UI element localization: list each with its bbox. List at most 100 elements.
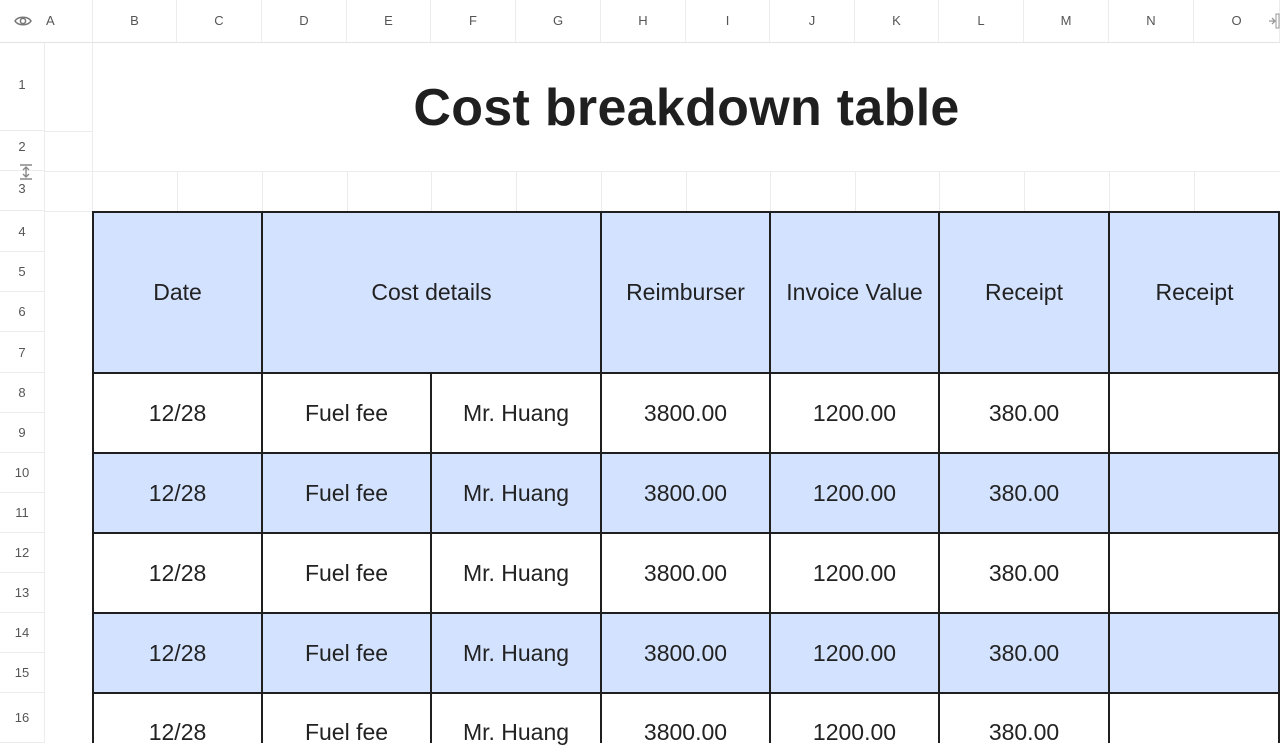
reimburser-cell[interactable]: 3800.00 [601,693,770,753]
header-receipt[interactable]: Receipt [939,212,1109,373]
row-number: 14 [14,625,30,640]
reimburser-cell[interactable]: 3800.00 [601,613,770,693]
table-border [92,211,1280,213]
row-header-15[interactable]: 15 [0,653,44,693]
table-border [92,452,1280,454]
column-header-n[interactable]: N [1109,0,1194,42]
invoice-cell[interactable]: 1200.00 [770,373,939,453]
column-header-g[interactable]: G [516,0,601,42]
row-number: 2 [18,139,26,154]
table-border [1108,211,1110,743]
date-cell[interactable]: 12/28 [93,453,262,533]
column-header-f[interactable]: F [431,0,516,42]
gridline [855,172,856,212]
cost-cell[interactable]: Fuel fee [262,373,431,453]
receipt-2-cell[interactable] [1109,373,1280,453]
gridline [1024,172,1025,212]
table-border [261,211,263,743]
header-reimburser[interactable]: Reimburser [601,212,770,373]
person-cell[interactable]: Mr. Huang [431,533,601,613]
column-header-h[interactable]: H [601,0,686,42]
row-header-1[interactable]: 1 [0,42,44,131]
row-header-9[interactable]: 9 [0,413,44,453]
row-number: 8 [18,385,26,400]
person-cell[interactable]: Mr. Huang [431,453,601,533]
receipt-cell[interactable]: 380.00 [939,373,1109,453]
cost-cell[interactable]: Fuel fee [262,533,431,613]
row-header-8[interactable]: 8 [0,373,44,413]
receipt-2-cell[interactable] [1109,453,1280,533]
invoice-cell[interactable]: 1200.00 [770,693,939,753]
reimburser-cell[interactable]: 3800.00 [601,373,770,453]
column-header-e[interactable]: E [347,0,431,42]
expand-panel-icon[interactable] [1268,13,1280,29]
gridline [601,172,602,212]
row-header-6[interactable]: 6 [0,292,44,332]
invoice-cell[interactable]: 1200.00 [770,533,939,613]
row-header-5[interactable]: 5 [0,252,44,292]
gridline [177,172,178,212]
header-invoice-value[interactable]: Invoice Value [770,212,939,373]
table-border [430,372,432,743]
column-header-k[interactable]: K [855,0,939,42]
receipt-cell[interactable]: 380.00 [939,453,1109,533]
row-header-12[interactable]: 12 [0,533,44,573]
row-number: 13 [14,585,30,600]
person-cell[interactable]: Mr. Huang [431,373,601,453]
receipt-cell[interactable]: 380.00 [939,533,1109,613]
column-header-m[interactable]: M [1024,0,1109,42]
column-header-a[interactable]: A [44,0,93,42]
row-number: 10 [14,465,30,480]
person-cell[interactable]: Mr. Huang [431,693,601,753]
row-header-7[interactable]: 7 [0,332,44,373]
column-header-j[interactable]: J [770,0,855,42]
invoice-cell[interactable]: 1200.00 [770,453,939,533]
reimburser-cell[interactable]: 3800.00 [601,453,770,533]
column-header-d[interactable]: D [262,0,347,42]
gridline [939,172,940,212]
select-all-corner[interactable] [0,0,44,42]
column-header-l[interactable]: L [939,0,1024,42]
header-receipt-2[interactable]: Receipt [1109,212,1280,373]
header-cost-details[interactable]: Cost details [262,212,601,373]
eye-icon[interactable] [14,14,32,33]
row-header-11[interactable]: 11 [0,493,44,533]
column-header-bar: ABCDEFGHIJKLMNO [0,0,1280,43]
row-header-13[interactable]: 13 [0,573,44,613]
cost-cell[interactable]: Fuel fee [262,613,431,693]
row-number: 7 [18,344,26,360]
cost-cell[interactable]: Fuel fee [262,693,431,753]
date-cell[interactable]: 12/28 [93,533,262,613]
date-cell[interactable]: 12/28 [93,373,262,453]
page-title[interactable]: Cost breakdown table [93,44,1280,172]
row-number: 6 [18,304,26,319]
row-resize-icon[interactable] [17,163,35,181]
receipt-2-cell[interactable] [1109,613,1280,693]
row-header-10[interactable]: 10 [0,453,44,493]
row-number: 11 [15,505,29,520]
date-cell[interactable]: 12/28 [93,613,262,693]
column-header-c[interactable]: C [177,0,262,42]
person-cell[interactable]: Mr. Huang [431,613,601,693]
gridline [1194,172,1195,212]
gridline [431,172,432,212]
receipt-2-cell[interactable] [1109,533,1280,613]
row-header-4[interactable]: 4 [0,212,44,252]
column-header-b[interactable]: B [93,0,177,42]
reimburser-cell[interactable]: 3800.00 [601,533,770,613]
date-cell[interactable]: 12/28 [93,693,262,753]
row-number: 5 [18,264,26,279]
header-date[interactable]: Date [93,212,262,373]
receipt-cell[interactable]: 380.00 [939,693,1109,753]
gridline [1109,172,1110,212]
row-number: 16 [14,710,30,725]
row-header-14[interactable]: 14 [0,613,44,653]
row-header-16[interactable]: 16 [0,693,44,743]
receipt-cell[interactable]: 380.00 [939,613,1109,693]
invoice-cell[interactable]: 1200.00 [770,613,939,693]
table-border [92,211,94,743]
table-border [600,211,602,743]
cost-cell[interactable]: Fuel fee [262,453,431,533]
receipt-2-cell[interactable] [1109,693,1280,753]
column-header-i[interactable]: I [686,0,770,42]
